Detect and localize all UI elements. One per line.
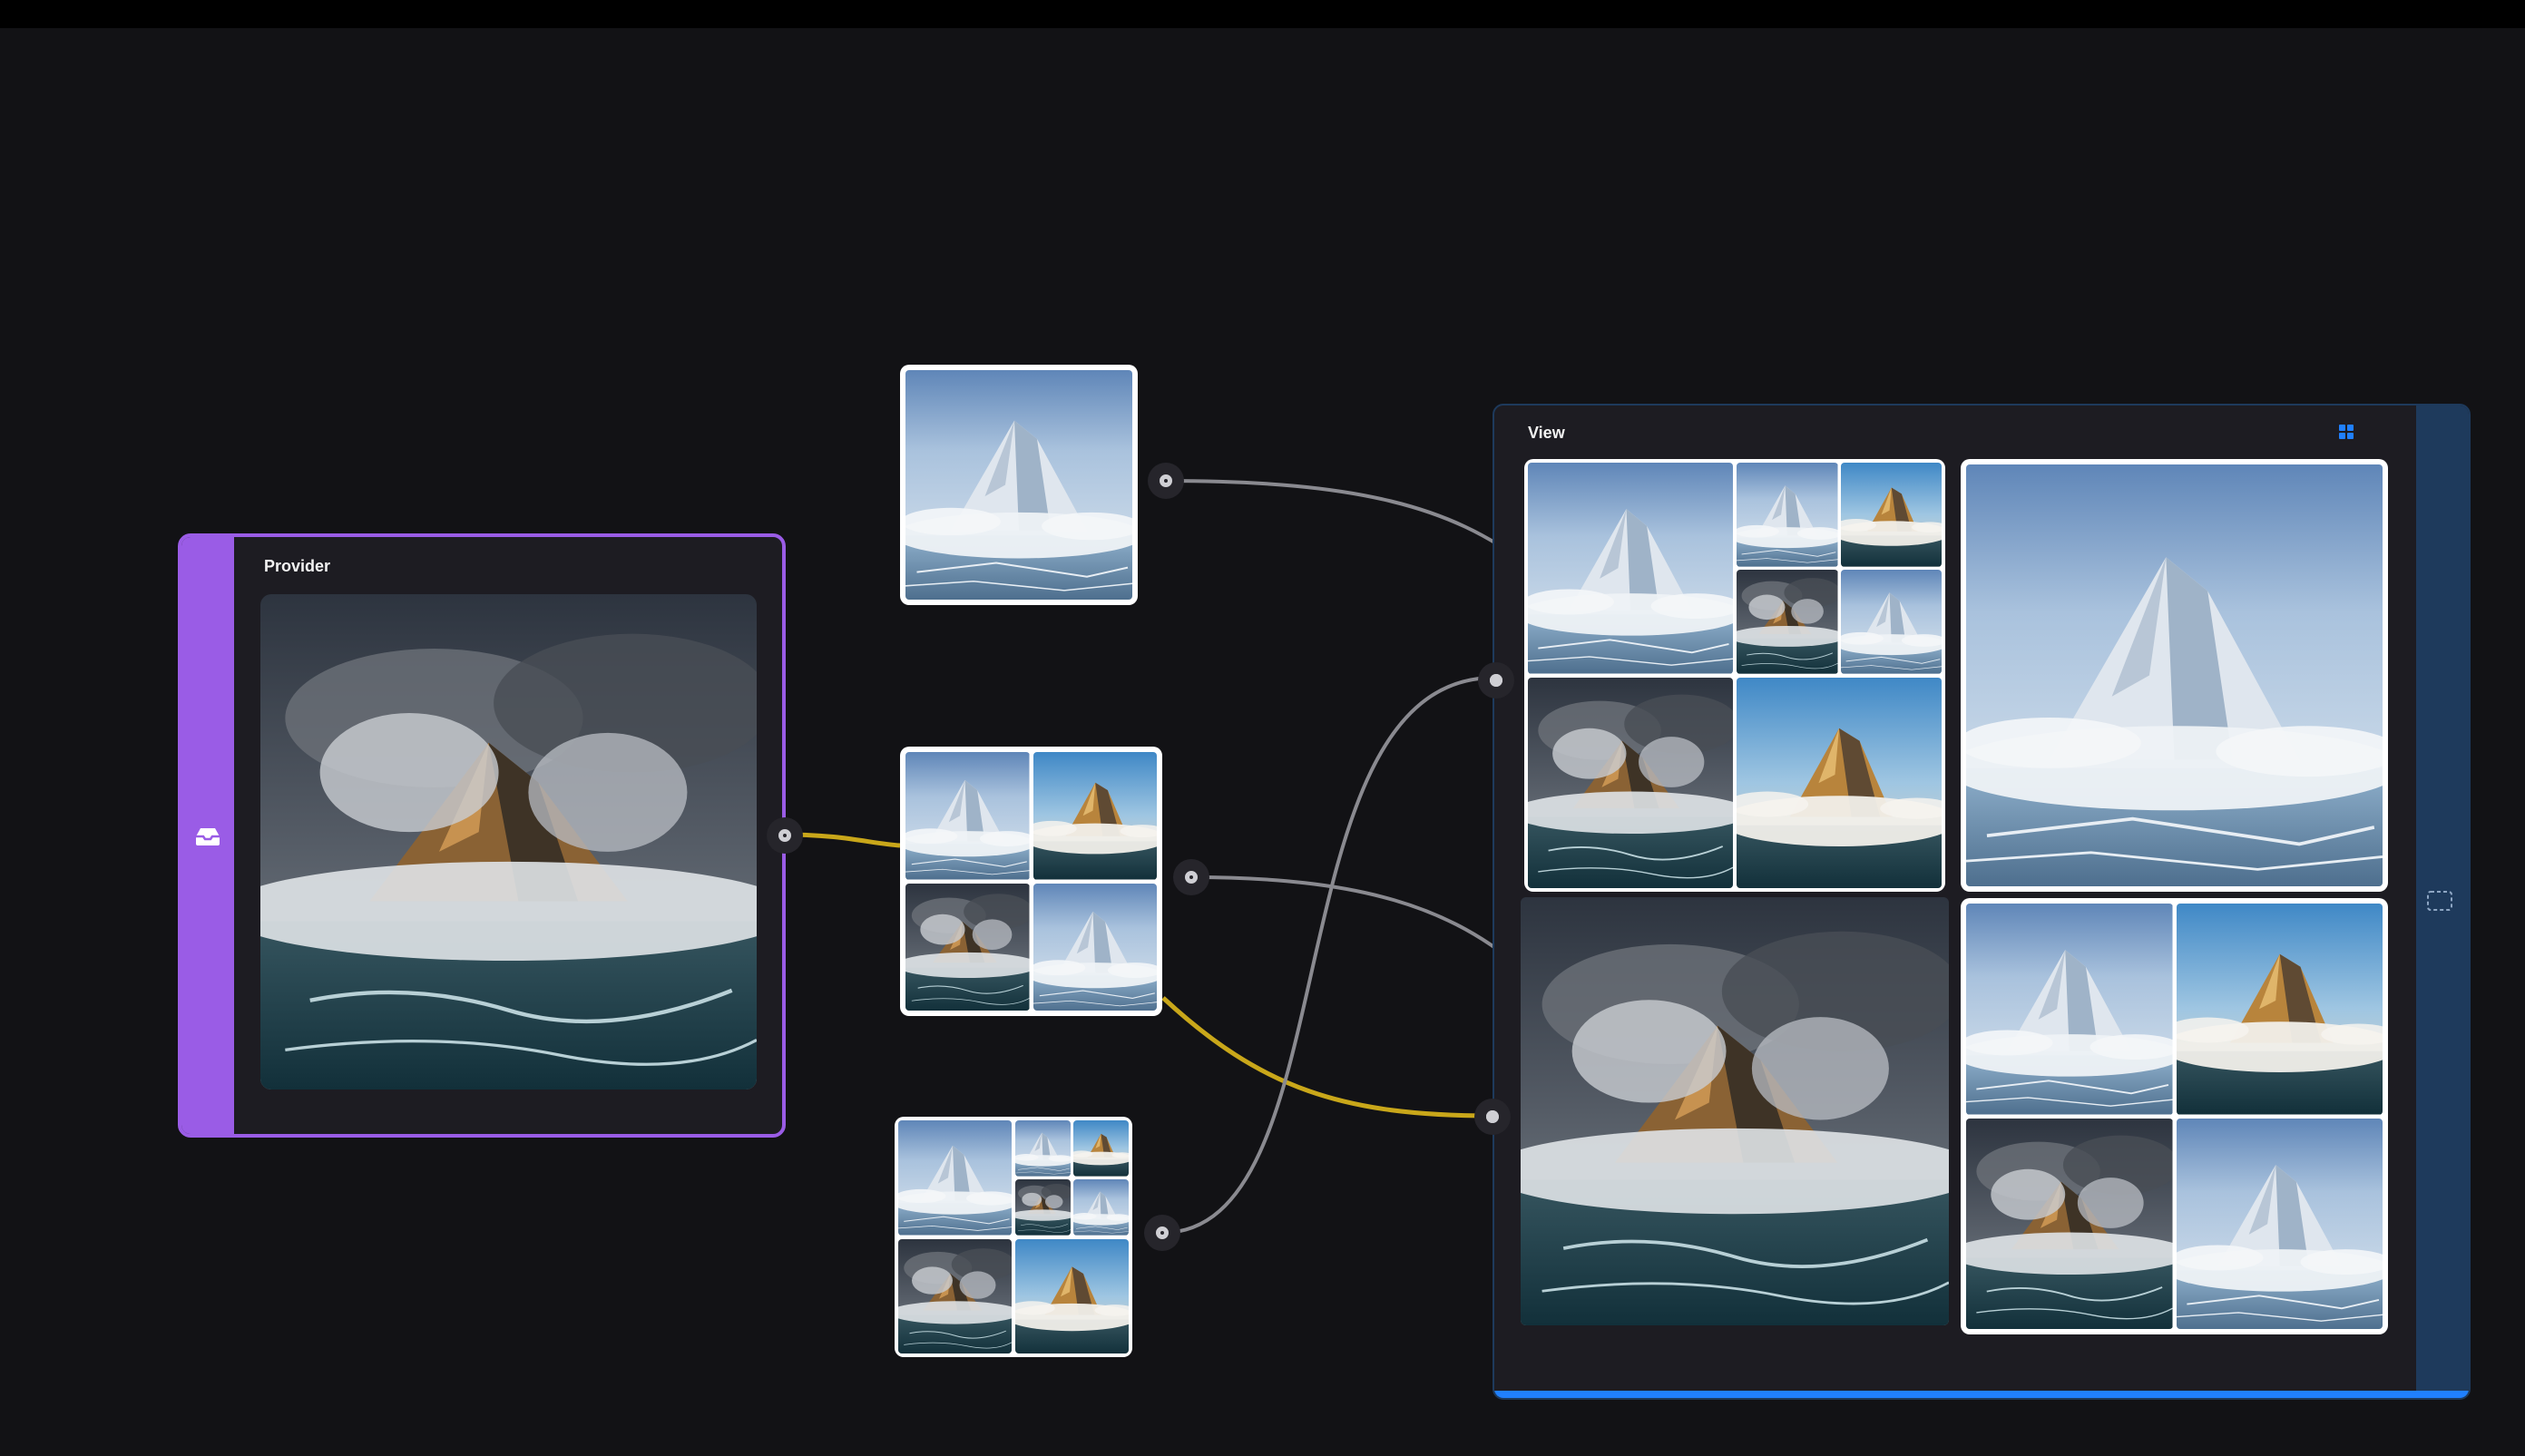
source-grid-output-port[interactable] (1173, 859, 1209, 895)
view-tile-grid (1961, 898, 2388, 1334)
view-image (1737, 678, 1942, 889)
view-image (1966, 464, 2383, 886)
view-tile-nested (1524, 459, 1945, 892)
view-input-port-1[interactable] (1478, 662, 1514, 699)
source-image (905, 370, 1132, 600)
inbox-tray-icon (196, 828, 220, 845)
grid-image (905, 752, 1030, 880)
source-node-single[interactable] (900, 365, 1138, 605)
nested-image (898, 1120, 1012, 1236)
view-input-port-2[interactable] (1474, 1099, 1511, 1135)
wire-single-to-view (1165, 479, 1526, 564)
provider-side-strip (181, 537, 234, 1134)
view-image (1966, 904, 2173, 1115)
nested-image (1073, 1179, 1129, 1236)
view-image (1737, 570, 1838, 674)
view-image (1528, 463, 1733, 674)
view-image (1841, 463, 1943, 567)
view-image (2177, 904, 2383, 1115)
view-image (1528, 678, 1733, 889)
grid-image (1033, 884, 1158, 1011)
wire-grid-out-to-view (1190, 875, 1526, 972)
view-image (1841, 570, 1943, 674)
provider-output-port[interactable] (767, 817, 803, 854)
wire-grid-to-view (1161, 996, 1493, 1119)
selection-frame-icon[interactable] (2426, 890, 2453, 912)
view-side-strip (2416, 406, 2469, 1398)
view-title: View (1528, 424, 1565, 442)
view-node[interactable]: View (1492, 404, 2471, 1400)
nested-image (1015, 1179, 1071, 1236)
source-nested-output-port[interactable] (1144, 1215, 1180, 1251)
nested-image (898, 1239, 1012, 1354)
view-image (1737, 463, 1838, 567)
grid-layout-icon[interactable] (2338, 424, 2354, 440)
provider-title: Provider (264, 557, 331, 575)
source-node-nested[interactable] (895, 1117, 1132, 1357)
view-tile-single (1961, 459, 2388, 892)
nested-image (1015, 1120, 1071, 1177)
source-single-output-port[interactable] (1148, 463, 1184, 499)
grid-image (905, 884, 1030, 1011)
nested-image (1073, 1120, 1129, 1177)
provider-node[interactable]: Provider (178, 533, 786, 1138)
wire-nested-to-view (1161, 676, 1495, 1235)
source-node-grid[interactable] (900, 747, 1162, 1016)
view-image (1966, 1119, 2173, 1330)
provider-image (260, 594, 757, 1090)
view-tile-provider (1521, 897, 1949, 1325)
nested-image (1015, 1239, 1129, 1354)
grid-image (1033, 752, 1158, 880)
view-active-bar (1494, 1391, 2469, 1398)
view-image (2177, 1119, 2383, 1330)
